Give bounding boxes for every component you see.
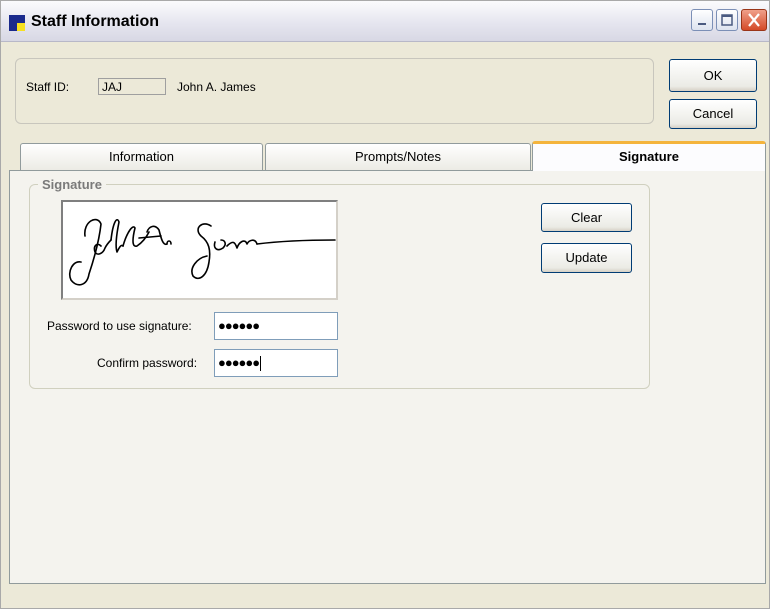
maximize-icon (721, 14, 733, 26)
staff-name: John A. James (177, 80, 256, 94)
maximize-button[interactable] (716, 9, 738, 31)
staff-id-label: Staff ID: (26, 80, 70, 94)
text-caret (260, 356, 262, 372)
cancel-button[interactable]: Cancel (669, 99, 757, 129)
signature-group-legend: Signature (38, 177, 106, 192)
staff-id-field: JAJ (98, 78, 166, 95)
clear-button[interactable]: Clear (541, 203, 632, 232)
minimize-icon (698, 23, 706, 25)
staff-information-window: Staff Information Staff ID: JAJ John A. … (0, 0, 770, 609)
confirm-password-input[interactable]: ●●●●●● (214, 349, 338, 377)
update-button[interactable]: Update (541, 243, 632, 273)
window-title: Staff Information (31, 13, 159, 30)
tab-signature[interactable]: Signature (532, 141, 766, 171)
password-label: Password to use signature: (47, 319, 192, 333)
confirm-password-label: Confirm password: (97, 356, 198, 370)
window-bottom-strip (9, 584, 766, 604)
tab-information[interactable]: Information (20, 143, 263, 170)
ok-button[interactable]: OK (669, 59, 757, 92)
tab-prompts-notes[interactable]: Prompts/Notes (265, 143, 531, 170)
password-input[interactable]: ●●●●●● (214, 312, 338, 340)
close-button[interactable] (741, 9, 767, 31)
minimize-button[interactable] (691, 9, 713, 31)
close-icon (748, 13, 760, 27)
signature-pad[interactable] (61, 200, 338, 300)
confirm-password-value: ●●●●●● (218, 355, 260, 370)
signature-image (68, 218, 336, 286)
app-icon (9, 15, 25, 31)
title-bar[interactable]: Staff Information (1, 1, 769, 42)
password-value: ●●●●●● (218, 318, 260, 333)
